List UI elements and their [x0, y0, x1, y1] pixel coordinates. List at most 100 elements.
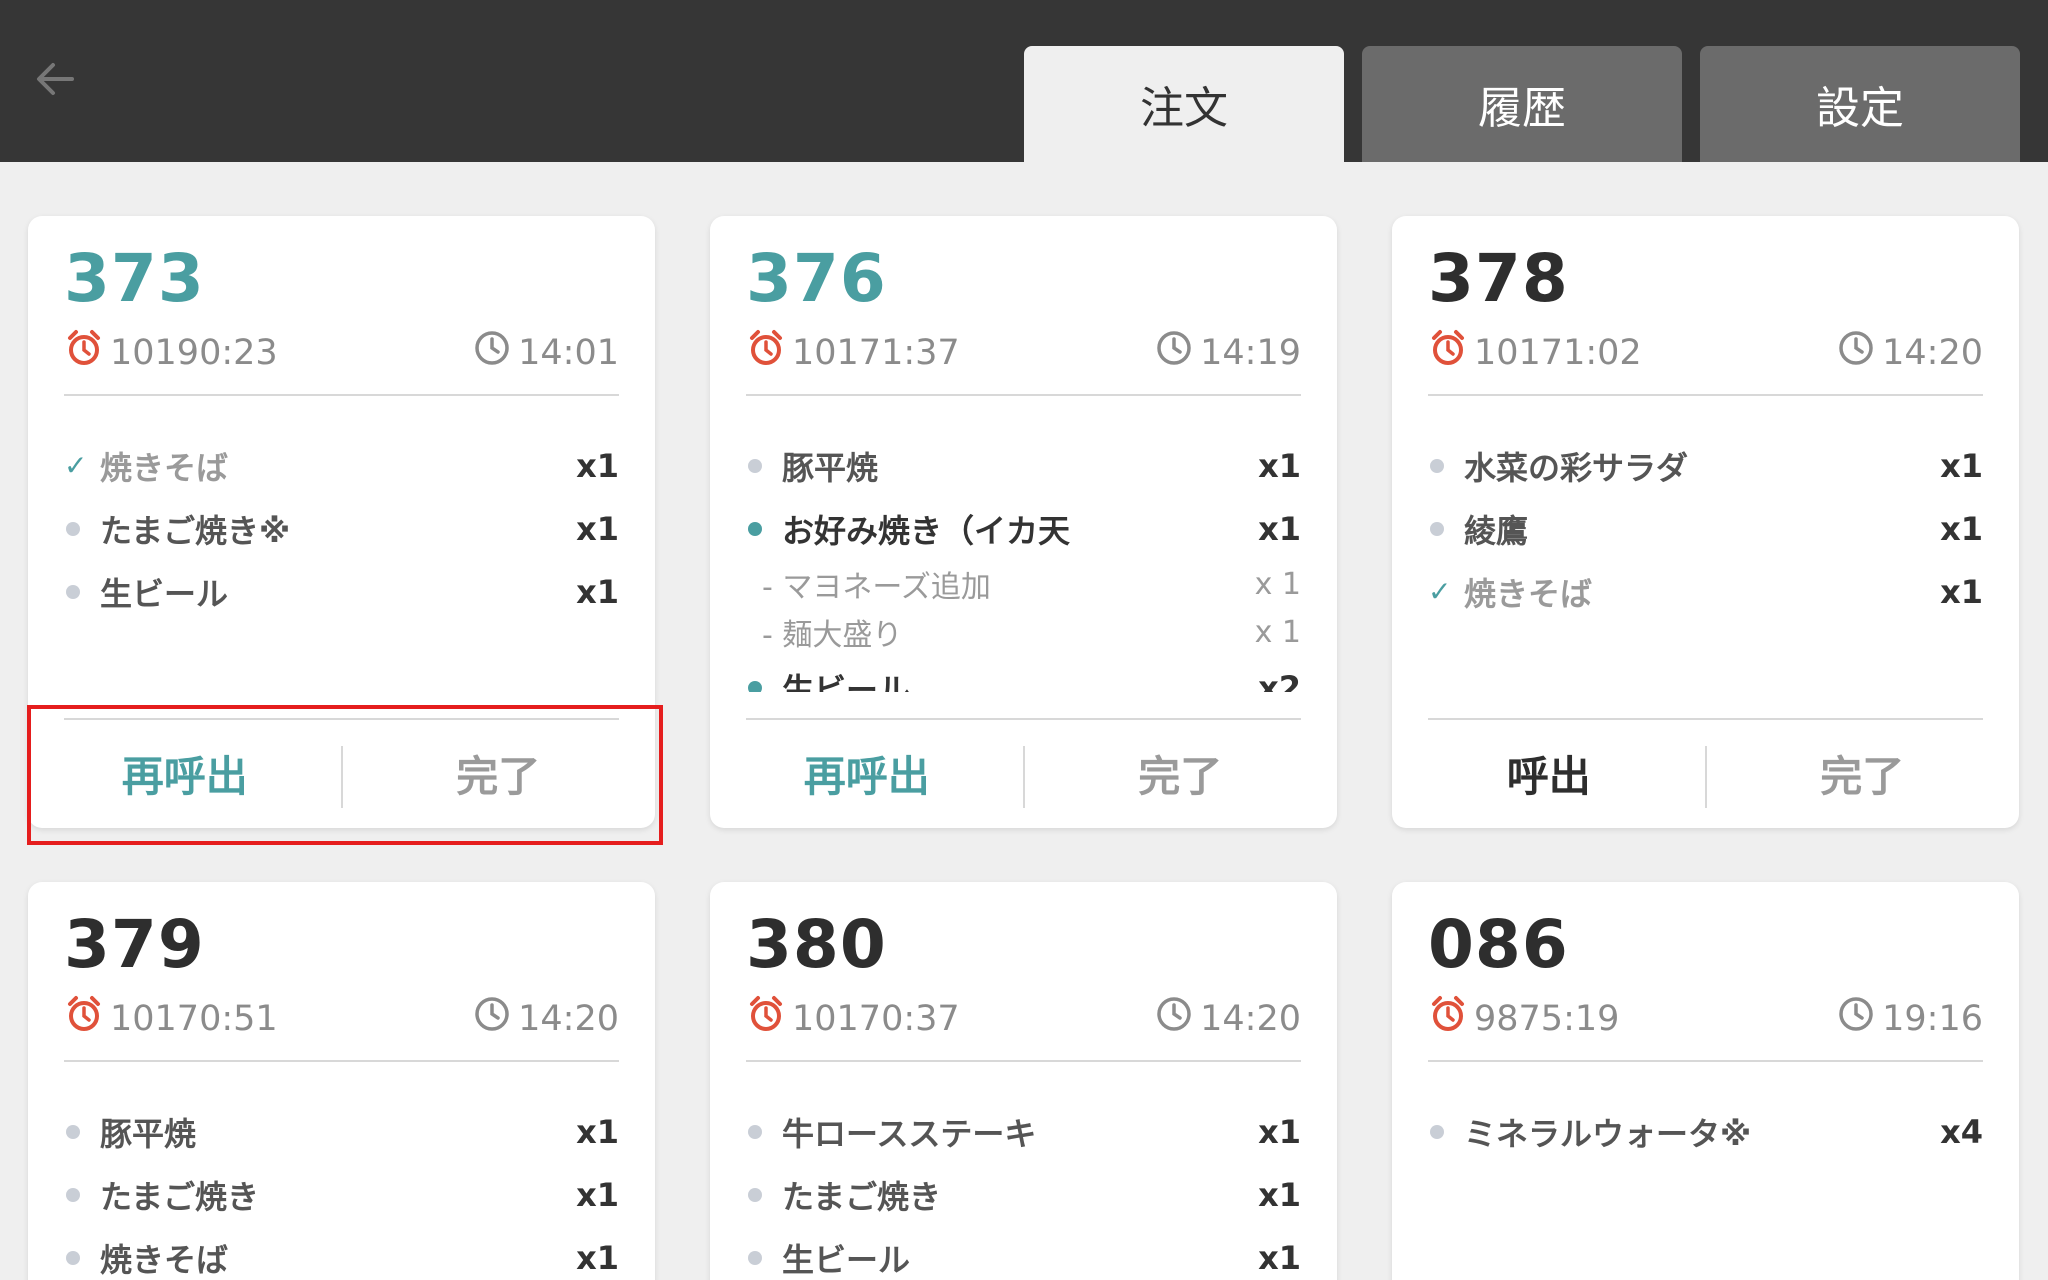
item-qty: x1: [576, 572, 619, 611]
item-qty: x1: [1940, 572, 1983, 611]
status-dot: [1428, 458, 1464, 473]
elapsed-value: 10171:37: [792, 332, 960, 373]
alarm-clock-icon: [1428, 994, 1468, 1043]
order-number: 380: [746, 906, 887, 983]
divider: [746, 1060, 1301, 1062]
order-time: 14:19: [1154, 328, 1301, 377]
list-item[interactable]: たまご焼き x1: [64, 1163, 619, 1226]
order-time: 19:16: [1836, 994, 1983, 1043]
item-name: たまご焼き: [782, 1177, 942, 1216]
list-item[interactable]: 豚平焼 x1: [64, 1100, 619, 1163]
item-qty: x1: [1940, 509, 1983, 548]
order-time-value: 14:19: [1200, 332, 1301, 373]
order-card: 086 9875:19 19:16 ミネラルウォータ※ x4: [1392, 882, 2019, 1280]
item-qty: x1: [576, 1112, 619, 1151]
clock-icon: [1154, 994, 1194, 1043]
order-time-value: 14:20: [1882, 332, 1983, 373]
list-item[interactable]: たまご焼き※ x1: [64, 497, 619, 560]
item-list: 水菜の彩サラダ x1 綾鷹 x1 ✓ 焼きそば x1: [1428, 434, 1983, 692]
item-name: ミネラルウォータ※: [1464, 1114, 1752, 1153]
elapsed-time: 10171:02: [1428, 328, 1642, 377]
clock-icon: [1154, 328, 1194, 377]
list-item[interactable]: 生ビール x2: [746, 656, 1301, 692]
status-dot: [746, 521, 782, 536]
tab-settings[interactable]: 設定: [1700, 46, 2020, 162]
divider: [64, 394, 619, 396]
tab-orders[interactable]: 注文: [1024, 46, 1344, 162]
order-card: 378 10171:02 14:20 水菜の彩サラダ x1 綾鷹 x1 ✓ 焼きそば x1 呼出 完了: [1392, 216, 2019, 828]
order-time: 14:20: [1836, 328, 1983, 377]
list-item[interactable]: 水菜の彩サラダ x1: [1428, 434, 1983, 497]
tab-history[interactable]: 履歴: [1362, 46, 1682, 162]
item-qty: x1: [1258, 1175, 1301, 1214]
list-item[interactable]: ミネラルウォータ※ x4: [1428, 1100, 1983, 1163]
status-dot: [64, 584, 100, 599]
item-name: たまご焼き: [100, 1177, 260, 1216]
order-time: 14:01: [472, 328, 619, 377]
clock-icon: [1836, 328, 1876, 377]
elapsed-value: 10171:02: [1474, 332, 1642, 373]
clock-icon: [1836, 994, 1876, 1043]
elapsed-value: 10190:23: [110, 332, 278, 373]
item-list: 牛ロースステーキ x1 たまご焼き x1 生ビール x1: [746, 1100, 1301, 1280]
alarm-clock-icon: [64, 994, 104, 1043]
order-time: 14:20: [472, 994, 619, 1043]
status-dot: [1428, 1124, 1464, 1139]
order-meta: 10190:23 14:01: [64, 328, 619, 373]
item-qty: x1: [1258, 1238, 1301, 1277]
option-name: - 麺大盛り: [762, 618, 903, 653]
status-dot: [746, 680, 782, 692]
status-dot: [64, 1250, 100, 1265]
divider: [1428, 1060, 1983, 1062]
call-button[interactable]: 再呼出: [710, 718, 1024, 828]
item-name: 焼きそば: [100, 1240, 229, 1279]
elapsed-time: 10171:37: [746, 328, 960, 377]
list-item[interactable]: お好み焼き（イカ天 x1: [746, 497, 1301, 560]
order-time-value: 19:16: [1882, 998, 1983, 1039]
item-qty: x1: [576, 1238, 619, 1277]
alarm-clock-icon: [64, 328, 104, 377]
item-name: 牛ロースステーキ: [782, 1114, 1037, 1153]
item-list: ミネラルウォータ※ x4: [1428, 1100, 1983, 1280]
list-item[interactable]: ✓ 焼きそば x1: [1428, 560, 1983, 623]
list-item[interactable]: 綾鷹 x1: [1428, 497, 1983, 560]
order-number: 379: [64, 906, 205, 983]
item-qty: x1: [1258, 446, 1301, 485]
highlight-box: [27, 705, 663, 845]
order-number: 378: [1428, 240, 1569, 317]
elapsed-time: 10170:37: [746, 994, 960, 1043]
clock-icon: [472, 328, 512, 377]
item-name: 綾鷹: [1464, 511, 1529, 550]
option-name: - マヨネーズ追加: [762, 570, 991, 605]
app-header: 注文 履歴 設定: [0, 0, 2048, 162]
call-button[interactable]: 呼出: [1392, 718, 1706, 828]
alarm-clock-icon: [1428, 328, 1468, 377]
clock-icon: [472, 994, 512, 1043]
item-name: 生ビール: [782, 1240, 911, 1279]
list-item[interactable]: ✓ 焼きそば x1: [64, 434, 619, 497]
option-qty: x 1: [1254, 566, 1301, 602]
item-name: 焼きそば: [100, 448, 229, 487]
item-name: 豚平焼: [100, 1114, 197, 1153]
complete-button[interactable]: 完了: [1024, 718, 1338, 828]
card-actions: 呼出 完了: [1392, 718, 2019, 828]
list-item[interactable]: 焼きそば x1: [64, 1226, 619, 1280]
list-item[interactable]: 生ビール x1: [746, 1226, 1301, 1280]
elapsed-value: 10170:51: [110, 998, 278, 1039]
item-name: 焼きそば: [1464, 574, 1593, 613]
check-icon: ✓: [1428, 575, 1452, 608]
card-actions: 再呼出 完了: [710, 718, 1337, 828]
status-dot: [64, 521, 100, 536]
alarm-clock-icon: [746, 328, 786, 377]
complete-button[interactable]: 完了: [1706, 718, 2020, 828]
status-dot: [746, 458, 782, 473]
item-name: たまご焼き※: [100, 511, 291, 550]
list-item[interactable]: たまご焼き x1: [746, 1163, 1301, 1226]
list-item[interactable]: 牛ロースステーキ x1: [746, 1100, 1301, 1163]
list-item[interactable]: 生ビール x1: [64, 560, 619, 623]
order-meta: 10170:51 14:20: [64, 994, 619, 1039]
item-name: 生ビール: [100, 574, 229, 613]
back-button[interactable]: [28, 52, 82, 106]
order-time-value: 14:01: [518, 332, 619, 373]
list-item[interactable]: 豚平焼 x1: [746, 434, 1301, 497]
